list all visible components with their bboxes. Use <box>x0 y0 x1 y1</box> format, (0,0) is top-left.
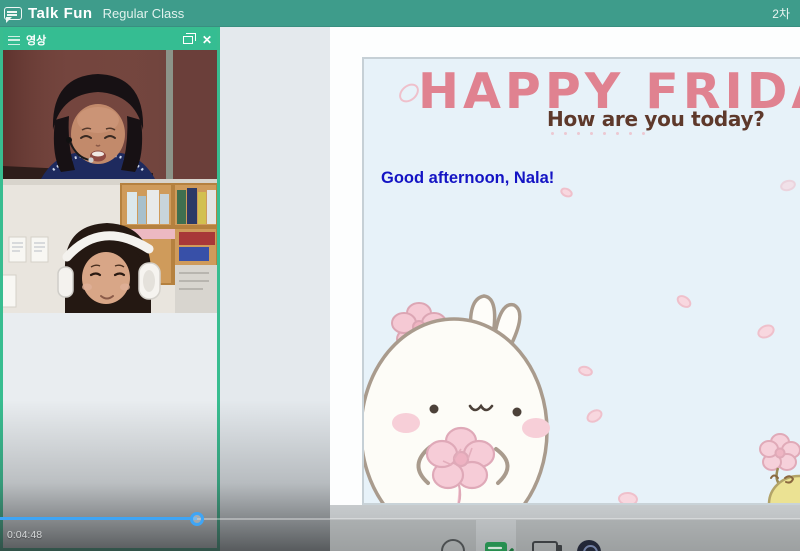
session-label: 2차 <box>772 5 792 22</box>
talkfun-logo-icon <box>4 7 22 20</box>
dotted-divider <box>551 132 645 135</box>
blossom-petal-icon <box>584 407 605 426</box>
piu-piu-chick-illustration <box>747 432 800 505</box>
blossom-petal-icon <box>779 178 797 193</box>
whiteboard-app-icon[interactable] <box>484 541 514 551</box>
student-video-feed <box>3 179 217 313</box>
class-title: Regular Class <box>103 6 185 21</box>
monitor-app-icon[interactable] <box>532 541 558 551</box>
record-app-icon[interactable] <box>577 540 601 551</box>
blossom-petal-icon <box>577 364 594 378</box>
smiley-app-icon[interactable] <box>441 539 465 551</box>
blossom-petal-icon <box>559 186 575 200</box>
video-panel-title: 영상 <box>26 32 46 48</box>
player-progress-handle[interactable] <box>190 512 204 526</box>
brand-name: Talk Fun <box>28 5 93 22</box>
desktop-bottom-strip <box>330 505 800 519</box>
video-panel-window: 영상 ✕ <box>0 27 220 551</box>
close-icon[interactable]: ✕ <box>202 34 212 46</box>
duplicate-window-icon[interactable] <box>183 36 193 44</box>
slide-greeting-text: Good afternoon, Nala! <box>381 169 554 188</box>
lesson-slide-canvas[interactable]: HAPPY FRIDAY How are you today? Good aft… <box>362 57 800 505</box>
blossom-petal-icon <box>755 322 777 341</box>
slide-subheading: How are you today? <box>547 107 765 131</box>
content-side-column <box>220 27 330 551</box>
player-progress-fill[interactable] <box>0 517 197 520</box>
screen: HAPPY FRIDAY How are you today? Good aft… <box>0 0 800 551</box>
video-panel-titlebar[interactable]: 영상 ✕ <box>3 30 217 50</box>
teacher-video-feed <box>3 50 217 179</box>
desktop-taskbar <box>330 519 800 551</box>
hamburger-menu-icon[interactable] <box>8 36 20 45</box>
player-time-label: 0:04:48 <box>7 529 42 541</box>
molang-bunny-illustration <box>364 289 554 505</box>
app-header: Talk Fun Regular Class 2차 <box>0 0 800 27</box>
blossom-petal-icon <box>617 491 638 505</box>
blossom-petal-icon <box>674 292 693 310</box>
